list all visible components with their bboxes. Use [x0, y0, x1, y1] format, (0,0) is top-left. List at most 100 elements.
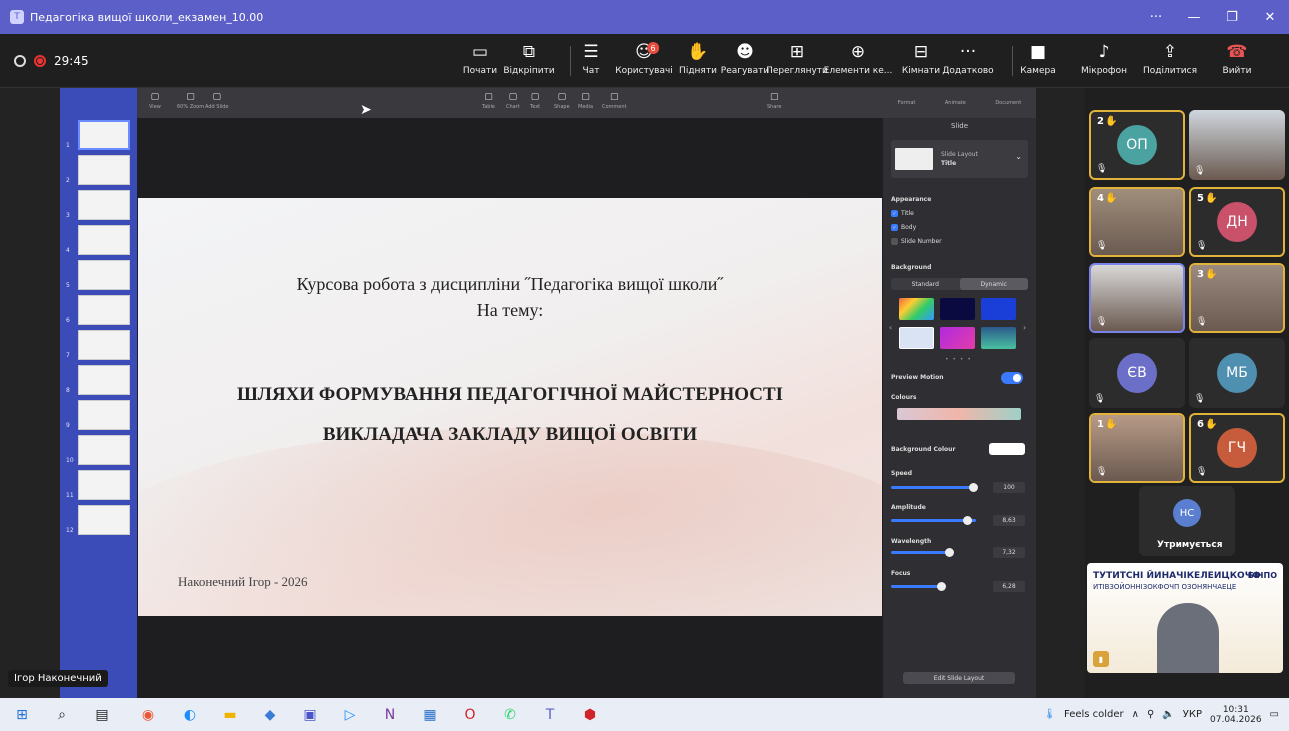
slide-thumbnail[interactable] [78, 225, 130, 255]
amplitude-slider[interactable] [891, 516, 976, 525]
participant-tile[interactable]: 🎙 [1189, 110, 1285, 180]
weather-text[interactable]: Feels colder [1064, 709, 1124, 720]
participant-tile[interactable]: ОП 2 ✋ 🎙 [1089, 110, 1185, 180]
slide-thumbnail[interactable] [78, 120, 130, 150]
keynote-text-button[interactable]: ▢ Text [530, 92, 540, 110]
slide-thumbnail[interactable] [78, 435, 130, 465]
slide-thumbnail[interactable] [78, 295, 130, 325]
bg-swatch-6[interactable] [981, 327, 1016, 349]
title-checkbox[interactable]: ✓ Title [891, 210, 914, 217]
chevron-left-icon[interactable]: ‹ [889, 323, 892, 332]
teams-taskbar-icon[interactable]: T [540, 705, 560, 725]
focus-value[interactable]: 6,28 [993, 581, 1025, 592]
slide-thumbnail[interactable] [78, 470, 130, 500]
toolbar-button-share[interactable]: ⇪ Поділитися [1143, 38, 1197, 84]
bg-swatch-4[interactable] [899, 327, 934, 349]
amplitude-value[interactable]: 8,63 [993, 515, 1025, 526]
inspector-tab-document[interactable]: Document [995, 100, 1021, 106]
toolbar-button-unpin[interactable]: ⧉ Відкріпити [503, 38, 554, 84]
bg-swatch-5[interactable] [940, 327, 975, 349]
speed-value[interactable]: 100 [993, 482, 1025, 493]
toolbar-button-raise-hand[interactable]: ✋ Підняти [679, 38, 717, 84]
opera-icon[interactable]: O [460, 705, 480, 725]
more-options-icon[interactable]: ··· [1137, 0, 1175, 34]
participant-tile[interactable]: 🎙 [1089, 263, 1185, 333]
keynote-share-button[interactable]: ▢ Share [767, 92, 781, 110]
colour-gradient-bar[interactable] [897, 408, 1021, 420]
standard-option[interactable]: Standard [891, 278, 960, 290]
bg-swatch-3[interactable] [981, 298, 1016, 320]
edit-slide-layout-button[interactable]: Edit Slide Layout [903, 672, 1015, 684]
slide-thumbnail[interactable] [78, 400, 130, 430]
restore-icon[interactable]: ❐ [1213, 0, 1251, 34]
keynote-comment-button[interactable]: ▢ Comment [602, 92, 627, 110]
dynamic-option[interactable]: Dynamic [959, 278, 1028, 290]
inspector-tab-format[interactable]: Format [898, 100, 916, 106]
file-explorer-icon[interactable]: ▬ [220, 705, 240, 725]
slide-thumbnail[interactable] [78, 330, 130, 360]
chrome-icon[interactable]: ◉ [138, 705, 158, 725]
presenter-video-tile[interactable]: ТУТИТСНІ ЙИНАЧІКЕЛЕИЦКОЧФ ИТІВЗОЙОННІЗОКФ… [1087, 563, 1283, 673]
toolbar-button-react[interactable]: ☻ Реагувати [721, 38, 769, 84]
language-indicator[interactable]: УКР [1183, 709, 1202, 720]
volume-icon[interactable]: 🔈 [1162, 709, 1174, 720]
toolbar-button-microphone[interactable]: ♪ Мікрофон [1081, 38, 1127, 84]
slide-thumbnail[interactable] [78, 190, 130, 220]
search-icon[interactable]: ⌕ [52, 705, 72, 725]
background-colour-well[interactable] [989, 443, 1025, 455]
whatsapp-icon[interactable]: ✆ [500, 705, 520, 725]
bg-swatch-2[interactable] [940, 298, 975, 320]
current-slide[interactable]: Курсова робота з дисципліни ˝Педагогіка … [138, 198, 882, 616]
participant-tile[interactable]: ДН 5 ✋ 🎙 [1189, 187, 1285, 257]
slide-layout-picker[interactable]: Slide Layout Title ⌄ [891, 140, 1028, 178]
toolbar-button-view[interactable]: ⊞ Переглянути [766, 38, 828, 84]
keynote-shape-button[interactable]: ▢ Shape [554, 92, 570, 110]
wavelength-value[interactable]: 7,32 [993, 547, 1025, 558]
keynote-table-button[interactable]: ▢ Table [482, 92, 495, 110]
task-view-icon[interactable]: ▤ [92, 705, 112, 725]
windows-start-icon[interactable]: ⊞ [12, 705, 32, 725]
close-icon[interactable]: ✕ [1251, 0, 1289, 34]
inspector-tab-animate[interactable]: Animate [945, 100, 966, 106]
participant-tile[interactable]: ГЧ 6 ✋ 🎙 [1189, 413, 1285, 483]
onenote-icon[interactable]: N [380, 705, 400, 725]
participant-tile[interactable]: 1 ✋ 🎙 [1089, 413, 1185, 483]
toolbar-button-people[interactable]: ☺ Користувачі 6 [615, 38, 673, 84]
slide-thumbnail[interactable] [78, 365, 130, 395]
notification-icon[interactable]: ▭ [1270, 709, 1279, 720]
keynote-0-button[interactable]: ▢ View [149, 92, 161, 110]
slide-thumbnail[interactable] [78, 260, 130, 290]
toolbar-button-chat[interactable]: ☰ Чат [583, 38, 600, 84]
clock[interactable]: 10:31 07.04.2026 [1210, 705, 1262, 725]
toolbar-button-leave[interactable]: ☎ Вийти [1223, 38, 1252, 84]
toolbar-button-rooms[interactable]: ⊟ Кімнати [902, 38, 940, 84]
focus-slider[interactable] [891, 582, 946, 591]
store-icon[interactable]: ◆ [260, 705, 280, 725]
media-player-icon[interactable]: ▷ [340, 705, 360, 725]
tray-chevron-icon[interactable]: ∧ [1132, 709, 1139, 720]
keynote-2-button[interactable]: ▢ Add Slide [205, 92, 228, 110]
overflow-tile[interactable]: НС Утримується [1139, 486, 1235, 556]
save-icon[interactable]: ▣ [300, 705, 320, 725]
slide-number-checkbox[interactable]: Slide Number [891, 238, 942, 245]
preview-motion-toggle[interactable] [1001, 372, 1023, 384]
slide-thumbnail[interactable] [78, 505, 130, 535]
toolbar-button-more[interactable]: ··· Додатково [942, 38, 993, 84]
keynote-media-button[interactable]: ▢ Media [578, 92, 593, 110]
keynote-chart-button[interactable]: ▢ Chart [506, 92, 520, 110]
toolbar-button-screen-share-start[interactable]: ▭ Почати [463, 38, 497, 84]
keynote-1-button[interactable]: ▢ 60% Zoom [177, 92, 204, 110]
wavelength-slider[interactable] [891, 548, 954, 557]
speed-slider[interactable] [891, 483, 978, 492]
news-icon[interactable]: ▦ [420, 705, 440, 725]
toolbar-button-camera[interactable]: ■ Камера [1020, 38, 1055, 84]
participant-tile[interactable]: 4 ✋ 🎙 [1089, 187, 1185, 257]
participant-tile[interactable]: ЄВ 🎙 [1089, 338, 1185, 408]
toolbar-button-apps[interactable]: ⊕ Елементи ке... [824, 38, 893, 84]
edge-icon[interactable]: ◐ [180, 705, 200, 725]
participant-tile[interactable]: 3 ✋ 🎙 [1189, 263, 1285, 333]
slide-navigator[interactable]: 1 2 3 4 5 6 7 8 9 10 11 12 [60, 88, 137, 698]
participant-tile[interactable]: МБ 🎙 [1189, 338, 1285, 408]
body-checkbox[interactable]: ✓ Body [891, 224, 916, 231]
acrobat-icon[interactable]: ⬢ [580, 705, 600, 725]
